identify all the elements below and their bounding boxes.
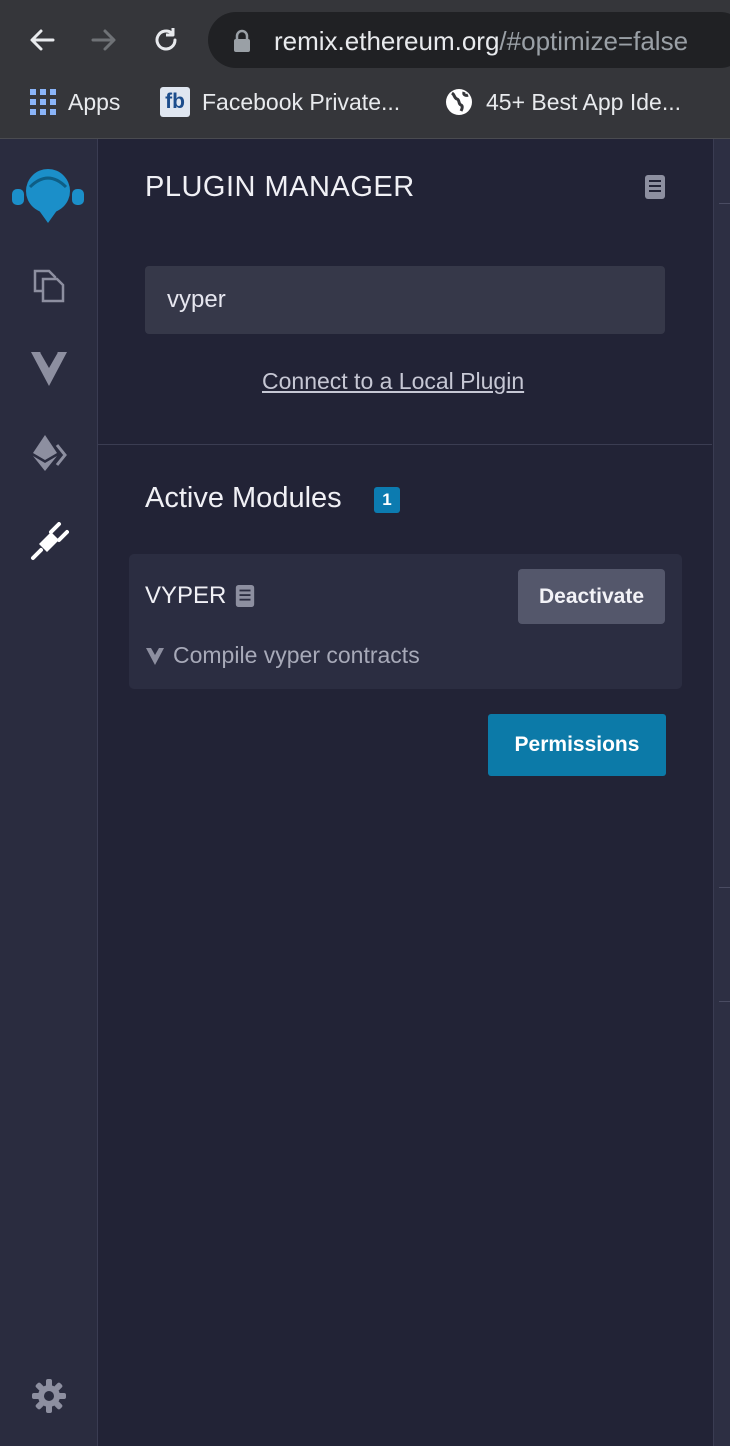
bookmark-facebook[interactable]: fb Facebook Private... <box>160 84 400 120</box>
back-button[interactable] <box>22 20 62 60</box>
search-input[interactable] <box>145 266 665 334</box>
bookmark-label: Facebook Private... <box>202 88 401 115</box>
divider <box>719 203 730 204</box>
divider <box>719 887 730 888</box>
forward-button[interactable] <box>84 20 124 60</box>
active-count-badge: 1 <box>374 487 400 513</box>
bookmark-label: 45+ Best App Ide... <box>486 88 682 115</box>
plugin-manager-panel: PLUGIN MANAGER Connect to a Local Plugin… <box>98 139 712 1446</box>
url-path: /#optimize=false <box>499 26 689 56</box>
sidebar-item-settings[interactable] <box>24 1371 74 1421</box>
bookmark-apps[interactable]: Apps <box>30 84 120 120</box>
back-arrow-icon <box>30 29 55 51</box>
module-description-text: Compile vyper contracts <box>173 642 420 668</box>
panel-title: PLUGIN MANAGER <box>145 171 415 203</box>
vyper-icon <box>146 647 164 665</box>
book-icon[interactable] <box>234 583 256 609</box>
module-name: VYPER <box>145 582 227 609</box>
divider <box>98 444 712 445</box>
globe-icon <box>446 89 472 115</box>
bookmark-app-ideas[interactable]: 45+ Best App Ide... <box>444 84 681 120</box>
fb-icon: fb <box>160 87 190 117</box>
sidebar-item-file-explorer[interactable] <box>24 260 74 310</box>
sidebar-item-vyper-compiler[interactable] <box>24 343 74 393</box>
files-icon <box>33 269 65 303</box>
vyper-icon <box>31 351 67 386</box>
lock-icon <box>234 29 250 52</box>
book-icon[interactable] <box>643 173 667 201</box>
url-text: remix.ethereum.org/#optimize=false <box>274 26 688 57</box>
permissions-button[interactable]: Permissions <box>488 714 666 776</box>
ethereum-icon <box>33 435 67 471</box>
browser-toolbar: remix.ethereum.org/#optimize=false Apps … <box>0 0 730 139</box>
editor-edge <box>713 139 730 1446</box>
connect-local-plugin-link[interactable]: Connect to a Local Plugin <box>262 368 524 395</box>
module-description: Compile vyper contracts <box>145 642 420 669</box>
divider <box>719 1001 730 1002</box>
address-bar[interactable]: remix.ethereum.org/#optimize=false <box>208 12 730 68</box>
plug-icon <box>31 522 69 560</box>
apps-grid-icon <box>30 89 56 115</box>
icon-sidebar <box>0 139 98 1446</box>
url-host: remix.ethereum.org <box>274 26 500 56</box>
reload-icon <box>155 28 177 51</box>
module-card: VYPER Deactivate Compile vyper contracts <box>129 554 682 689</box>
sidebar-item-deploy-run[interactable] <box>24 428 74 478</box>
gear-icon <box>32 1379 66 1413</box>
remix-logo-icon <box>12 169 84 223</box>
sidebar-item-remix-logo[interactable] <box>8 165 88 229</box>
active-modules-heading: Active Modules <box>145 482 342 514</box>
bookmark-label: Apps <box>68 88 121 115</box>
reload-button[interactable] <box>146 20 186 60</box>
forward-arrow-icon <box>91 29 116 51</box>
deactivate-button[interactable]: Deactivate <box>518 569 665 624</box>
sidebar-item-plugin-manager[interactable] <box>24 517 74 567</box>
